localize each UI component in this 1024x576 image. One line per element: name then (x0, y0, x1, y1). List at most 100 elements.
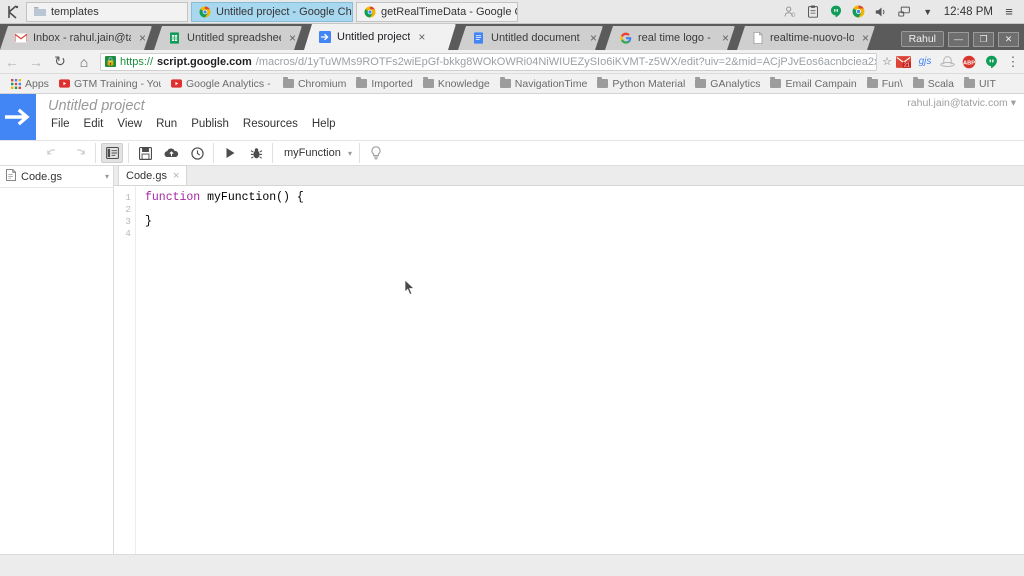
bookmark-folder-chromium[interactable]: Chromium (279, 77, 350, 91)
url-path: /macros/d/1yTuWMs9ROTFs2wiEpGf-bkkg8WOkO… (255, 55, 878, 68)
sheets-icon (168, 32, 181, 45)
bookmark-label: Google Analytics - Yo (185, 77, 273, 90)
browser-tab-untitled-project[interactable]: Untitled project × (304, 24, 456, 50)
folder-icon (33, 5, 46, 18)
function-selector-value: myFunction (284, 147, 341, 159)
bookmark-apps[interactable]: Apps (6, 77, 53, 91)
close-icon[interactable]: × (137, 32, 146, 44)
function-selector[interactable]: myFunction ▾ (282, 143, 356, 163)
bookmark-folder-email-campain[interactable]: Email Campain (766, 77, 860, 91)
close-icon[interactable]: × (287, 32, 296, 44)
gjs-icon[interactable]: gjs (914, 50, 936, 74)
k-logo-icon[interactable] (0, 4, 26, 19)
undo-button[interactable] (42, 143, 64, 163)
version-history-button[interactable] (186, 143, 208, 163)
home-icon[interactable]: ⌂ (72, 50, 96, 74)
hangouts-icon[interactable] (980, 50, 1002, 74)
bookmark-folder-fun[interactable]: Fun\ (863, 77, 907, 91)
network-icon[interactable] (898, 5, 912, 19)
chevron-down-icon[interactable]: ▼ (921, 5, 935, 19)
code-editor: Code.gs × 1 2 3 4 function myFunction() … (114, 165, 1024, 574)
gmail-checker-icon[interactable]: 21 (892, 50, 914, 74)
forward-icon[interactable]: → (24, 50, 48, 74)
minimize-button[interactable]: — (948, 31, 969, 47)
folder-icon (866, 77, 878, 89)
menu-file[interactable]: File (44, 116, 77, 132)
lock-icon: 🔒 (105, 56, 116, 67)
browser-tab-realtime-nuovo-logo[interactable]: realtime-nuovo-logo.jpg × (737, 26, 875, 50)
chrome-icon[interactable] (852, 5, 866, 19)
apps-script-body: Code.gs ▾ Code.gs × 1 2 3 4 function myF… (0, 165, 1024, 574)
browser-toolbar: ← → ↻ ⌂ 🔒 https://script.google.com/macr… (0, 50, 1024, 74)
chevron-down-icon: ▾ (1010, 97, 1016, 109)
hamburger-menu-icon[interactable]: ≡ (1002, 4, 1016, 19)
apps-script-arrow-icon[interactable] (0, 94, 36, 140)
hat-icon[interactable] (936, 50, 958, 74)
menu-publish[interactable]: Publish (184, 116, 236, 132)
code-text: myFunction() { (200, 191, 304, 204)
toolbar-divider (95, 143, 96, 163)
taskbar-window-label: templates (51, 5, 99, 18)
profile-button[interactable]: Rahul (900, 31, 944, 47)
browser-tab-inbox[interactable]: Inbox - rahul.jain@tatvic × (0, 26, 152, 50)
chevron-down-icon[interactable]: ▾ (105, 172, 109, 181)
taskbar-window-templates[interactable]: templates (26, 1, 188, 22)
toggle-file-tree-button[interactable] (101, 143, 123, 163)
reload-icon[interactable]: ↻ (48, 50, 72, 74)
clipboard-icon[interactable] (806, 5, 820, 19)
line-number-gutter: 1 2 3 4 (114, 186, 136, 573)
close-icon[interactable]: × (720, 32, 729, 44)
account-menu[interactable]: rahul.jain@tatvic.com ▾ (907, 97, 1016, 109)
menu-view[interactable]: View (110, 116, 149, 132)
browser-tab-real-time-logo[interactable]: real time logo - Google S × (605, 26, 735, 50)
editor-tab-bar: Code.gs × (114, 165, 1024, 186)
debug-button[interactable] (245, 143, 267, 163)
bookmark-folder-uit[interactable]: UIT (960, 77, 1000, 91)
save-button[interactable] (134, 143, 156, 163)
taskbar-window-untitled-project[interactable]: Untitled project - Google Chrome (191, 1, 353, 22)
close-icon[interactable]: × (588, 32, 597, 44)
close-icon[interactable]: × (173, 170, 179, 182)
run-button[interactable] (219, 143, 241, 163)
bookmark-google-analytics[interactable]: Google Analytics - Yo (167, 77, 277, 91)
bookmark-gtm-training[interactable]: GTM Training - YouTu (55, 77, 165, 91)
adblock-plus-icon[interactable]: ABP (958, 50, 980, 74)
user-icon[interactable] (783, 5, 797, 19)
svg-text:ABP: ABP (963, 60, 975, 66)
file-icon (6, 169, 16, 184)
menu-resources[interactable]: Resources (236, 116, 305, 132)
bookmark-folder-navigationtime[interactable]: NavigationTime (496, 77, 592, 91)
browser-tab-untitled-document[interactable]: Untitled document - Go × (458, 26, 603, 50)
bookmark-folder-python-material[interactable]: Python Material (593, 77, 689, 91)
redo-button[interactable] (68, 143, 90, 163)
back-icon[interactable]: ← (0, 50, 24, 74)
browser-tab-untitled-spreadsheet[interactable]: Untitled spreadsheet - G × (154, 26, 302, 50)
address-bar[interactable]: 🔒 https://script.google.com/macros/d/1yT… (100, 52, 878, 71)
bookmark-folder-ganalytics[interactable]: GAnalytics (691, 77, 764, 91)
close-icon[interactable]: × (416, 31, 425, 43)
taskbar-window-getrealtimedata[interactable]: getRealTimeData - Google Chrome (356, 1, 518, 22)
code-text-area[interactable]: 1 2 3 4 function myFunction() { } (114, 186, 1024, 573)
account-email: rahul.jain@tatvic.com (907, 97, 1008, 109)
volume-icon[interactable] (875, 5, 889, 19)
maximize-button[interactable]: ❐ (973, 31, 994, 47)
page-title[interactable]: Untitled project (48, 98, 145, 114)
sidebar-file-code-gs[interactable]: Code.gs ▾ (0, 166, 113, 188)
bookmark-folder-imported[interactable]: Imported (352, 77, 416, 91)
menu-edit[interactable]: Edit (77, 116, 111, 132)
close-icon[interactable]: × (860, 32, 869, 44)
publish-cloud-button[interactable] (160, 143, 182, 163)
bookmark-folder-knowledge[interactable]: Knowledge (419, 77, 494, 91)
menu-help[interactable]: Help (305, 116, 343, 132)
bookmark-label: Python Material (612, 77, 686, 90)
three-dot-menu-icon[interactable]: ⋮ (1002, 50, 1024, 74)
bookmark-label: Knowledge (437, 77, 490, 90)
hangouts-icon[interactable] (829, 5, 843, 19)
close-button[interactable]: ✕ (998, 31, 1019, 47)
star-icon[interactable]: ☆ (882, 55, 892, 68)
editor-tab-code-gs[interactable]: Code.gs × (118, 165, 188, 185)
clock[interactable]: 12:48 PM (944, 6, 993, 18)
hint-lightbulb-button[interactable] (365, 143, 387, 163)
bookmark-folder-scala[interactable]: Scala (909, 77, 958, 91)
menu-run[interactable]: Run (149, 116, 184, 132)
